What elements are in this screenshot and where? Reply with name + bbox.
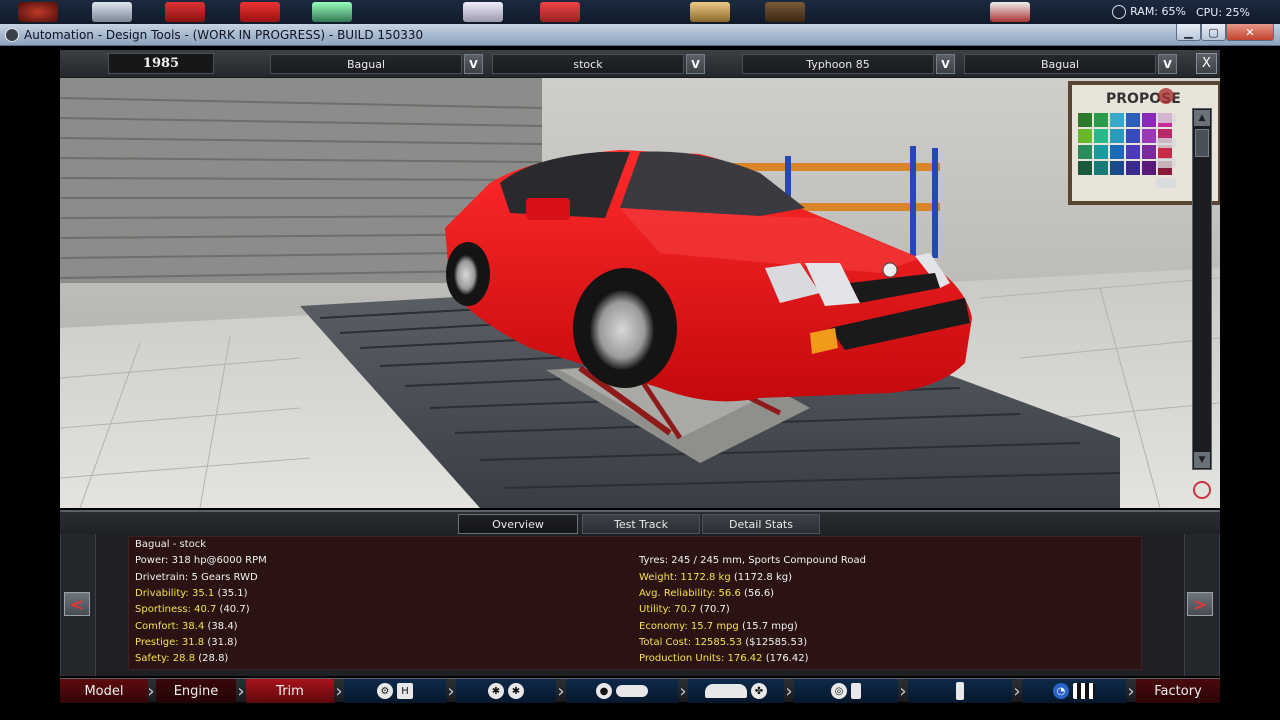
gauge-icon: ◔: [1053, 683, 1069, 699]
stat-sportiness: Sportiness: 40.7 (40.7): [135, 604, 250, 615]
garage-scene: PROPOSE: [60, 78, 1220, 508]
monitor-icon: [1112, 5, 1127, 19]
stat-utility: Utility: 70.7 (70.7): [639, 604, 730, 615]
tab-test-track[interactable]: Test Track: [582, 514, 700, 534]
steering-wheel-icon: ◎: [831, 683, 847, 699]
checkered-flag-icon: [1073, 683, 1095, 699]
engine-family-dropdown[interactable]: Typhoon 85: [742, 54, 934, 74]
scroll-up-button[interactable]: ▲: [1194, 110, 1210, 126]
suspension-icon: [956, 682, 964, 700]
stat-prestige: Prestige: 31.8 (31.8): [135, 637, 238, 648]
year-display[interactable]: 1985: [108, 53, 214, 74]
tab-detail-stats[interactable]: Detail Stats: [702, 514, 820, 534]
desktop-app-icon[interactable]: [990, 2, 1030, 22]
stat-weight: Weight: 1172.8 kg (1172.8 kg): [639, 572, 793, 583]
stat-comfort: Comfort: 38.4 (38.4): [135, 621, 238, 632]
app-icon: [5, 28, 19, 42]
car-viewport[interactable]: PROPOSE ▲ ▼: [60, 78, 1220, 508]
seat-icon: [851, 683, 861, 699]
stat-drivability: Drivability: 35.1 (35.1): [135, 588, 248, 599]
tyre-icon: ✱: [508, 683, 524, 699]
body-icon: ●: [596, 683, 612, 699]
minimize-button[interactable]: ▁: [1176, 24, 1201, 41]
stat-production-units: Production Units: 176.42 (176.42): [639, 653, 809, 664]
stat-total-cost: Total Cost: 12585.53 ($12585.53): [639, 637, 808, 648]
desktop-app-icon[interactable]: [18, 2, 58, 22]
stats-box: Bagual - stock Power: 318 hp@6000 RPM Dr…: [128, 536, 1142, 670]
nav-interior[interactable]: ◎: [794, 679, 898, 703]
desktop-app-icon[interactable]: [312, 2, 352, 22]
desktop-app-icon[interactable]: [765, 2, 805, 22]
previous-car-button[interactable]: <: [64, 592, 90, 616]
pdf-icon[interactable]: [540, 2, 580, 22]
stat-power: Power: 318 hp@6000 RPM: [135, 555, 267, 566]
model-dropdown-arrow[interactable]: V: [464, 54, 483, 74]
desktop-app-icon[interactable]: [240, 2, 280, 22]
engine-variant-dropdown-arrow[interactable]: V: [1158, 54, 1177, 74]
system-monitor: RAM: 65% CPU: 25%: [1112, 5, 1250, 19]
nav-gearbox[interactable]: ⚙ H: [344, 679, 446, 703]
model-dropdown[interactable]: Bagual: [270, 54, 462, 74]
car-heading: Bagual - stock: [135, 539, 207, 550]
viewport-scrollbar[interactable]: ▲ ▼: [1192, 108, 1212, 470]
fan-icon: ✤: [751, 683, 767, 699]
scroll-thumb[interactable]: [1195, 129, 1209, 157]
stat-economy: Economy: 15.7 mpg (15.7 mpg): [639, 621, 798, 632]
folder-icon[interactable]: [690, 2, 730, 22]
engine-variant-dropdown[interactable]: Bagual: [964, 54, 1156, 74]
window-titlebar: Automation - Design Tools - (WORK IN PRO…: [0, 24, 1280, 46]
scroll-down-button[interactable]: ▼: [1194, 452, 1210, 468]
car-silhouette-icon: [705, 684, 747, 698]
close-window-button[interactable]: ✕: [1226, 24, 1274, 41]
stat-tyres: Tyres: 245 / 245 mm, Sports Compound Roa…: [639, 555, 867, 566]
cpu-usage: CPU: 25%: [1195, 5, 1250, 19]
nav-aero[interactable]: ✤: [688, 679, 784, 703]
next-car-button[interactable]: >: [1187, 592, 1213, 616]
maximize-button[interactable]: ▢: [1201, 24, 1226, 41]
shifter-icon: H: [397, 683, 413, 699]
nav-body[interactable]: ●: [566, 679, 678, 703]
ram-usage: RAM: 65%: [1130, 5, 1186, 18]
stat-reliability: Avg. Reliability: 56.6 (56.6): [639, 588, 775, 599]
nav-wheels[interactable]: ✱ ✱: [456, 679, 556, 703]
wheels-icon: ✱: [488, 683, 504, 699]
designer-nav: Model › Engine › Trim › ⚙ H › ✱ ✱ › ● › ✤ …: [60, 678, 1220, 703]
left-spacer: [96, 534, 128, 676]
gearbox-icon: ⚙: [377, 683, 393, 699]
chassis-icon: [616, 685, 648, 697]
nav-factory[interactable]: Factory: [1136, 679, 1220, 703]
desktop-app-icon[interactable]: [463, 2, 503, 22]
nav-model[interactable]: Model: [60, 679, 148, 703]
desktop-app-icon[interactable]: [92, 2, 132, 22]
nav-trim[interactable]: Trim: [246, 679, 334, 703]
nav-suspension[interactable]: [908, 679, 1012, 703]
stat-drivetrain: Drivetrain: 5 Gears RWD: [135, 572, 258, 583]
trim-dropdown[interactable]: stock: [492, 54, 684, 74]
engine-family-dropdown-arrow[interactable]: V: [936, 54, 955, 74]
nav-engine[interactable]: Engine: [156, 679, 236, 703]
tab-overview[interactable]: Overview: [458, 514, 578, 534]
desktop-app-icon[interactable]: [165, 2, 205, 22]
stat-safety: Safety: 28.8 (28.8): [135, 653, 229, 664]
desktop-taskbar: RAM: 65% CPU: 25%: [0, 0, 1280, 24]
stats-tabbar: Overview Test Track Detail Stats: [60, 510, 1220, 534]
selector-bar: 1985 Bagual V stock V Typhoon 85 V Bagua…: [60, 50, 1220, 78]
close-tool-button[interactable]: X: [1196, 53, 1217, 74]
trim-dropdown-arrow[interactable]: V: [686, 54, 705, 74]
nav-test[interactable]: ◔: [1022, 679, 1126, 703]
window-title: Automation - Design Tools - (WORK IN PRO…: [24, 28, 424, 42]
